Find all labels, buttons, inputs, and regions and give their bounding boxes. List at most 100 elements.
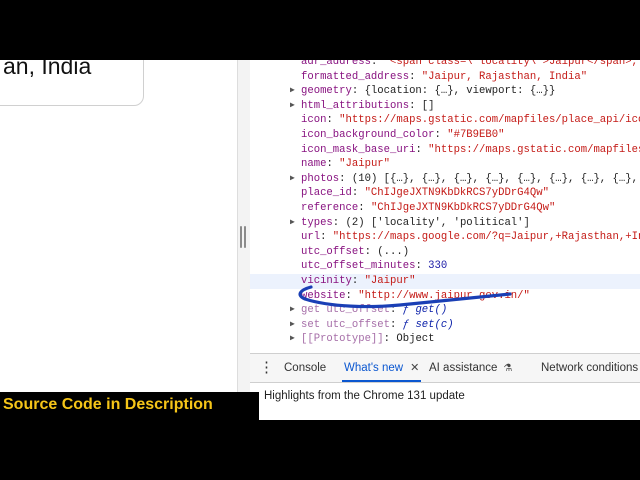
property-separator: : — [383, 333, 397, 346]
property-row[interactable]: adr_address: "<span class=\"locality\">J… — [250, 60, 640, 70]
property-value: (2) ['locality', 'political'] — [345, 216, 530, 229]
property-row[interactable]: ▶ geometry: {location: {…}, viewport: {…}… — [250, 84, 640, 99]
tab-network-conditions[interactable]: Network conditions — [541, 354, 638, 382]
property-value: "#7B9EB0" — [447, 128, 505, 141]
property-row[interactable]: vicinity: "Jaipur" — [250, 273, 640, 289]
property-value: "ChIJgeJXTN9KbDkRCS7yDDrG4Qw" — [370, 201, 556, 214]
property-value: ƒ set(c) — [402, 318, 454, 331]
property: url: "https://maps.google.com/?q=Jaipur,… — [301, 230, 640, 245]
property-key: set utc_offset — [301, 318, 391, 331]
splitter-grip-icon[interactable] — [240, 226, 246, 248]
property-row[interactable]: icon_background_color: "#7B9EB0" — [250, 128, 640, 143]
property-key: icon_mask_base_uri — [301, 143, 416, 156]
property-separator: : — [415, 143, 429, 156]
property: vicinity: "Jaipur" — [301, 274, 415, 289]
triangle-right-icon[interactable]: ▶ — [290, 216, 298, 231]
triangle-right-icon[interactable]: ▶ — [290, 303, 298, 318]
triangle-right-icon[interactable]: ▶ — [290, 332, 298, 347]
property: set utc_offset: ƒ set(c) — [301, 318, 454, 333]
tab-label: AI assistance — [429, 362, 498, 374]
property-value: 330 — [428, 260, 448, 273]
close-icon[interactable]: ✕ — [410, 362, 419, 374]
property-separator: : — [351, 85, 365, 98]
place-card-text: an, India — [3, 60, 92, 79]
property-key: geometry — [301, 85, 352, 98]
property-row[interactable]: ▶ html_attributions: [] — [250, 99, 640, 114]
whats-new-headline[interactable]: Highlights from the Chrome 131 update — [264, 390, 465, 402]
property: get utc_offset: ƒ get() — [301, 303, 447, 318]
property-value: "https://maps.gstatic.com/mapfiles/p — [428, 143, 640, 156]
property: geometry: {location: {…}, viewport: {…}} — [301, 84, 555, 99]
property-separator: : — [358, 201, 371, 214]
property-value: "Jaipur, Rajasthan, India" — [421, 70, 588, 83]
property-separator: : — [351, 187, 365, 200]
property-separator: : — [390, 304, 403, 317]
property-row[interactable]: ▶ set utc_offset: ƒ set(c) — [250, 318, 640, 333]
place-card: an, India — [0, 60, 144, 106]
property-value: "http://www.jaipur.gov.in/" — [358, 289, 530, 302]
property: icon_background_color: "#7B9EB0" — [301, 128, 504, 143]
property-value: Object — [396, 333, 435, 346]
property-value: [] — [421, 99, 435, 112]
property: place_id: "ChIJgeJXTN9KbDkRCS7yDDrG4Qw" — [301, 186, 549, 201]
tab-ai-assistance[interactable]: AI assistance ⚗ — [429, 354, 512, 382]
property-row[interactable]: name: "Jaipur" — [250, 157, 640, 172]
property-row[interactable]: utc_offset_minutes: 330 — [250, 259, 640, 274]
property-value: "https://maps.gstatic.com/mapfiles/place… — [339, 114, 640, 127]
triangle-right-icon[interactable]: ▶ — [290, 318, 298, 333]
property-row[interactable]: place_id: "ChIJgeJXTN9KbDkRCS7yDDrG4Qw" — [250, 186, 640, 201]
property-separator: : — [339, 172, 352, 185]
property-row[interactable]: icon_mask_base_uri: "https://maps.gstati… — [250, 143, 640, 158]
property-separator: : — [370, 60, 384, 68]
drawer-tabbar: ⋮ Console What's new ✕ AI assistance ⚗ Net… — [250, 353, 640, 383]
property: [[Prototype]]: Object — [301, 332, 435, 347]
property: html_attributions: [] — [301, 99, 435, 114]
caption-text: Source Code in Description — [3, 396, 213, 413]
property-row[interactable]: ▶ types: (2) ['locality', 'political'] — [250, 216, 640, 231]
property-value: "Jaipur" — [364, 274, 416, 287]
property-value: "Jaipur" — [339, 158, 391, 171]
property-row[interactable]: icon: "https://maps.gstatic.com/mapfiles… — [250, 113, 640, 128]
property-row[interactable]: utc_offset: (...) — [250, 245, 640, 260]
tab-console[interactable]: Console — [284, 354, 326, 382]
property-row[interactable]: ▶ [[Prototype]]: Object — [250, 332, 640, 347]
property-key: reference — [301, 201, 359, 214]
more-vert-icon[interactable]: ⋮ — [259, 359, 274, 377]
caption-banner: Source Code in Description — [0, 392, 259, 420]
tab-label: Network conditions — [541, 362, 639, 374]
property: reference: "ChIJgeJXTN9KbDkRCS7yDDrG4Qw" — [301, 201, 555, 216]
devtools-panel: adr_address: "<span class=\"locality\">J… — [250, 60, 640, 420]
property: photos: (10) [{…}, {…}, {…}, {…}, {…}, {… — [301, 172, 640, 187]
screen: an, India adr_address: "<span class=\"lo… — [0, 60, 640, 420]
triangle-right-icon[interactable]: ▶ — [290, 99, 298, 114]
property-separator: : — [320, 231, 333, 244]
triangle-right-icon[interactable]: ▶ — [290, 84, 298, 99]
property-key: [[Prototype]] — [301, 333, 384, 346]
property-row[interactable]: ▶ get utc_offset: ƒ get() — [250, 303, 640, 318]
property-separator: : — [390, 318, 403, 331]
property: icon_mask_base_uri: "https://maps.gstati… — [301, 143, 640, 158]
property-separator: : — [415, 260, 429, 273]
property-row[interactable]: website: "http://www.jaipur.gov.in/" — [250, 289, 640, 304]
property-key: url — [301, 231, 321, 244]
property-row[interactable]: reference: "ChIJgeJXTN9KbDkRCS7yDDrG4Qw" — [250, 201, 640, 216]
property: icon: "https://maps.gstatic.com/mapfiles… — [301, 113, 640, 128]
property-separator: : — [409, 70, 422, 83]
property-key: html_attributions — [301, 99, 410, 112]
tab-whats-new[interactable]: What's new ✕ — [342, 354, 422, 382]
triangle-right-icon[interactable]: ▶ — [290, 172, 298, 187]
property-value: "ChIJgeJXTN9KbDkRCS7yDDrG4Qw" — [364, 187, 549, 200]
property-key: vicinity — [301, 274, 352, 287]
property-separator: : — [409, 99, 422, 112]
pane-splitter[interactable] — [237, 60, 251, 420]
property-row[interactable]: ▶ photos: (10) [{…}, {…}, {…}, {…}, {…}, … — [250, 172, 640, 187]
property: types: (2) ['locality', 'political'] — [301, 216, 530, 231]
property-value: (10) [{…}, {…}, {…}, {…}, {…}, {…}, {…},… — [351, 172, 640, 185]
property-value: "https://maps.google.com/?q=Jaipur,+Raja… — [332, 231, 640, 244]
property-row[interactable]: url: "https://maps.google.com/?q=Jaipur,… — [250, 230, 640, 245]
property-key: website — [301, 289, 346, 302]
property-key: types — [301, 216, 333, 229]
flask-icon: ⚗ — [503, 363, 513, 374]
property-key: icon_background_color — [301, 128, 435, 141]
property-row[interactable]: formatted_address: "Jaipur, Rajasthan, I… — [250, 70, 640, 85]
